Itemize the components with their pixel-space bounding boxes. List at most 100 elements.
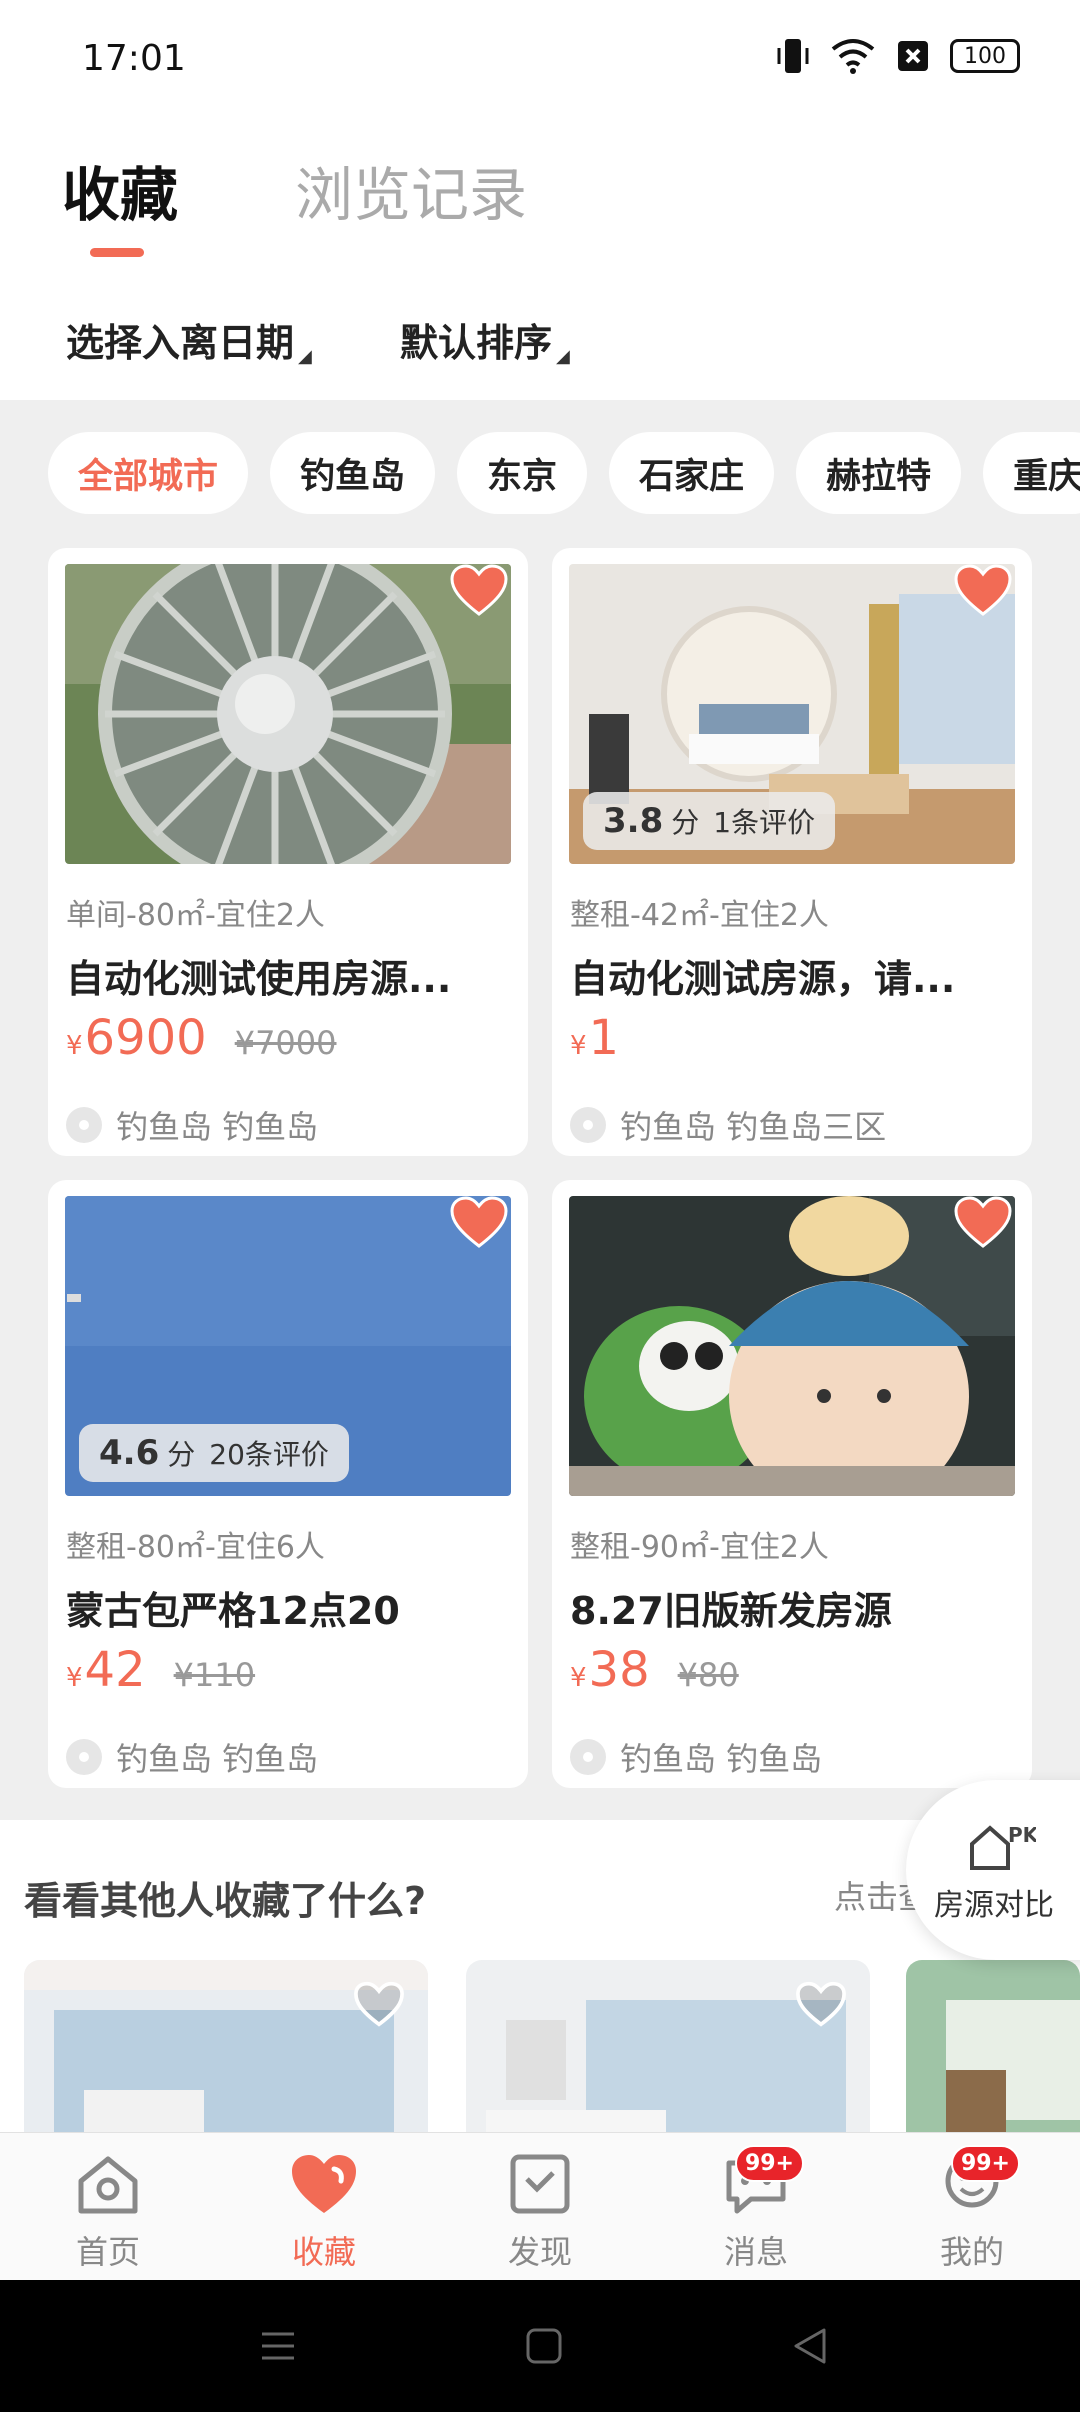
listing-location: 钓鱼岛 钓鱼岛 bbox=[570, 1734, 822, 1780]
listing-photo bbox=[569, 1196, 1015, 1496]
listing-price: ¥38 ¥80 bbox=[570, 1642, 739, 1698]
price-value: 38 bbox=[588, 1642, 650, 1698]
location-icon bbox=[66, 1107, 102, 1143]
other-listing-card[interactable] bbox=[906, 1960, 1080, 2160]
nav-favorites[interactable]: 收藏 bbox=[254, 2151, 394, 2273]
compare-badge: PK bbox=[1008, 1823, 1036, 1847]
listing-title: 自动化测试使用房源... bbox=[66, 957, 452, 1001]
original-price: ¥80 bbox=[677, 1656, 739, 1694]
favorite-heart-outline-icon[interactable] bbox=[352, 1980, 406, 2028]
home-square-icon[interactable] bbox=[524, 2326, 564, 2366]
rating-badge: 3.8 分 1条评价 bbox=[583, 792, 836, 850]
listing-location: 钓鱼岛 钓鱼岛 bbox=[66, 1734, 318, 1780]
compare-label: 房源对比 bbox=[934, 1888, 1054, 1923]
currency-symbol: ¥ bbox=[570, 1031, 587, 1061]
nav-profile-label: 我的 bbox=[939, 2233, 1004, 2271]
date-filter[interactable]: 选择入离日期 ◢ bbox=[66, 312, 312, 367]
listing-price: ¥42 ¥110 bbox=[66, 1642, 255, 1698]
listing-spec: 整租-90㎡-宜住2人 bbox=[570, 1530, 829, 1565]
nav-home[interactable]: 首页 bbox=[38, 2151, 178, 2273]
currency-symbol: ¥ bbox=[570, 1663, 587, 1693]
favorite-heart-icon[interactable] bbox=[450, 1196, 508, 1248]
chip-city[interactable]: 重庆 bbox=[983, 432, 1080, 514]
other-listing-card[interactable] bbox=[466, 1960, 870, 2160]
listing-spec: 单间-80㎡-宜住2人 bbox=[66, 898, 325, 933]
location-text: 钓鱼岛 钓鱼岛 bbox=[620, 1740, 823, 1778]
location-text: 钓鱼岛 钓鱼岛 bbox=[116, 1108, 319, 1146]
listing-location: 钓鱼岛 钓鱼岛三区 bbox=[570, 1102, 886, 1148]
favorite-heart-icon[interactable] bbox=[954, 564, 1012, 616]
chip-all-cities[interactable]: 全部城市 bbox=[48, 432, 249, 514]
listing-card[interactable]: 4.6 分 20条评价 整租-80㎡-宜住6人 蒙古包严格12点20 ¥42 ¥110… bbox=[48, 1180, 528, 1788]
nav-messages[interactable]: 消息 99+ bbox=[686, 2145, 826, 2273]
location-icon bbox=[66, 1739, 102, 1775]
original-price: ¥7000 bbox=[234, 1024, 337, 1062]
others-heading: 看看其他人收藏了什么? bbox=[24, 1879, 427, 1923]
listing-title: 蒙古包严格12点20 bbox=[66, 1589, 400, 1633]
nav-messages-label: 消息 bbox=[723, 2233, 788, 2271]
battery-icon: 100 bbox=[950, 39, 1020, 73]
wifi-icon bbox=[831, 39, 875, 74]
listing-card[interactable]: 整租-90㎡-宜住2人 8.27旧版新发房源 ¥38 ¥80 钓鱼岛 钓鱼岛 bbox=[552, 1180, 1032, 1788]
compare-listings-button[interactable]: PK 房源对比 bbox=[906, 1780, 1080, 1960]
original-price: ¥110 bbox=[173, 1656, 256, 1694]
unread-badge: 99+ bbox=[950, 2145, 1020, 2182]
chip-city[interactable]: 石家庄 bbox=[609, 432, 775, 514]
house-pk-icon: PK bbox=[970, 1823, 1036, 1870]
price-value: 6900 bbox=[84, 1010, 207, 1066]
favorite-heart-icon[interactable] bbox=[954, 1196, 1012, 1248]
nav-home-label: 首页 bbox=[75, 2233, 140, 2271]
listing-title: 8.27旧版新发房源 bbox=[570, 1589, 892, 1633]
no-sim-icon bbox=[898, 41, 928, 71]
sort-filter-label: 默认排序 bbox=[400, 321, 553, 365]
listing-card[interactable]: 单间-80㎡-宜住2人 自动化测试使用房源... ¥6900 ¥7000 钓鱼岛 … bbox=[48, 548, 528, 1156]
back-icon[interactable] bbox=[790, 2326, 830, 2366]
rating-unit: 分 bbox=[167, 1438, 196, 1471]
currency-symbol: ¥ bbox=[66, 1031, 83, 1061]
discover-icon bbox=[510, 2154, 570, 2214]
unread-badge: 99+ bbox=[734, 2145, 804, 2182]
menu-icon[interactable] bbox=[258, 2326, 298, 2366]
vibrate-icon bbox=[777, 39, 809, 73]
listing-spec: 整租-80㎡-宜住6人 bbox=[66, 1530, 325, 1565]
rating-score: 4.6 bbox=[99, 1433, 160, 1473]
chip-city[interactable]: 赫拉特 bbox=[796, 432, 962, 514]
system-nav-bar bbox=[0, 2280, 1080, 2412]
other-listing-card[interactable] bbox=[24, 1960, 428, 2160]
price-value: 1 bbox=[588, 1010, 620, 1066]
nav-favorites-label: 收藏 bbox=[291, 2233, 356, 2271]
tab-favorites[interactable]: 收藏 bbox=[62, 148, 178, 232]
listing-photo: 3.8 分 1条评价 bbox=[569, 564, 1015, 864]
rating-unit: 分 bbox=[671, 806, 700, 839]
favorite-heart-icon[interactable] bbox=[450, 564, 508, 616]
tab-indicator bbox=[90, 248, 144, 257]
tab-history[interactable]: 浏览记录 bbox=[295, 148, 527, 232]
listing-photo: 4.6 分 20条评价 bbox=[65, 1196, 511, 1496]
listing-price: ¥6900 ¥7000 bbox=[66, 1010, 337, 1066]
nav-discover-label: 发现 bbox=[507, 2233, 572, 2271]
city-filter-bar: 全部城市 钓鱼岛 东京 石家庄 赫拉特 重庆 bbox=[48, 432, 1080, 514]
rating-count: 1条评价 bbox=[713, 806, 816, 839]
nav-profile[interactable]: 我的 99+ bbox=[902, 2145, 1042, 2273]
caret-icon: ◢ bbox=[556, 346, 570, 367]
currency-symbol: ¥ bbox=[66, 1663, 83, 1693]
status-bar: 17:01 100 bbox=[0, 0, 1080, 120]
status-time: 17:01 bbox=[82, 38, 186, 79]
rating-badge: 4.6 分 20条评价 bbox=[79, 1424, 349, 1482]
caret-icon: ◢ bbox=[298, 346, 312, 367]
sort-filter[interactable]: 默认排序 ◢ bbox=[400, 312, 570, 367]
favorite-heart-outline-icon[interactable] bbox=[794, 1980, 848, 2028]
listing-card[interactable]: 3.8 分 1条评价 整租-42㎡-宜住2人 自动化测试房源，请... ¥1 钓鱼岛… bbox=[552, 548, 1032, 1156]
chip-city[interactable]: 钓鱼岛 bbox=[270, 432, 436, 514]
location-text: 钓鱼岛 钓鱼岛三区 bbox=[620, 1108, 887, 1146]
home-icon bbox=[78, 2156, 138, 2214]
nav-discover[interactable]: 发现 bbox=[470, 2151, 610, 2273]
listing-title: 自动化测试房源，请... bbox=[570, 957, 956, 1001]
status-icons: 100 bbox=[776, 36, 1020, 76]
heart-icon bbox=[292, 2155, 356, 2213]
rating-score: 3.8 bbox=[603, 801, 664, 841]
bottom-nav: 首页 收藏 发现 消息 99+ 我的 99+ bbox=[0, 2132, 1080, 2280]
date-filter-label: 选择入离日期 bbox=[66, 321, 295, 365]
location-text: 钓鱼岛 钓鱼岛 bbox=[116, 1740, 319, 1778]
chip-city[interactable]: 东京 bbox=[457, 432, 588, 514]
